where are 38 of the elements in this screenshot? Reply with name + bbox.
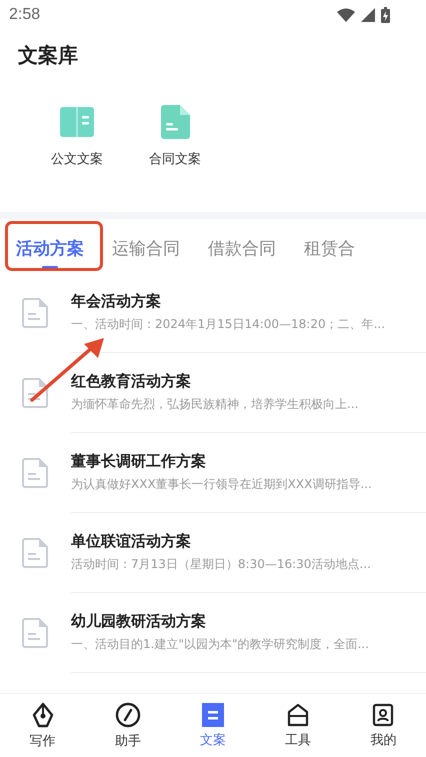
document-title[interactable]: 董事长调研工作方案: [71, 452, 426, 471]
nav-tab[interactable]: 工具: [256, 694, 341, 757]
document-icon: [22, 538, 48, 568]
document-excerpt: 为认真做好XXX董事长一行领导在近期到XXX调研指导...: [71, 476, 373, 493]
signal-icon: [361, 8, 375, 22]
wifi-icon: [337, 8, 355, 22]
document-excerpt: 为缅怀革命先烈，弘扬民族精神，培养学生积极向上...: [71, 396, 360, 413]
document-excerpt: 一、活动目的1.建立"以园为本"的教学研究制度，全面...: [71, 636, 370, 653]
document-title[interactable]: 单位联谊活动方案: [71, 532, 426, 551]
document-icon: [22, 378, 48, 408]
category-tab[interactable]: 租赁合: [304, 219, 355, 277]
nav-tab[interactable]: 文案: [170, 694, 256, 757]
nav-tab[interactable]: 写作: [0, 694, 86, 757]
category-button[interactable]: 公文文案: [38, 104, 116, 168]
document-excerpt: 活动时间：7月13日（星期日）8:30—16:30活动地点...: [71, 556, 372, 573]
document-title[interactable]: 年会活动方案: [71, 292, 426, 311]
document-excerpt: 一、活动时间：2024年1月15日14:00—18:20；二、年...: [71, 316, 386, 333]
category-tab[interactable]: 活动方案: [16, 219, 84, 277]
document-title[interactable]: 幼儿园教研活动方案: [71, 612, 426, 631]
nav-tab[interactable]: 助手: [85, 694, 170, 757]
pen-nib-icon: [30, 702, 55, 728]
document-icon: [160, 105, 190, 139]
document-icon: [22, 458, 48, 488]
page-title: 文案库: [18, 42, 79, 68]
list-icon: [202, 702, 224, 726]
category-button[interactable]: 合同文案: [136, 104, 214, 168]
profile-icon: [371, 702, 396, 726]
nav-tab[interactable]: 我的: [340, 694, 426, 757]
toolbox-icon: [286, 702, 310, 726]
compass-icon: [114, 702, 141, 728]
document-icon: [22, 298, 48, 328]
category-tab[interactable]: 借款合同: [208, 219, 276, 277]
status-time: 2:58: [9, 6, 40, 24]
book-icon: [60, 107, 94, 137]
document-title[interactable]: 红色教育活动方案: [71, 372, 426, 391]
battery-icon: [381, 7, 390, 23]
category-tab[interactable]: 运输合同: [112, 219, 180, 277]
document-icon: [22, 618, 48, 648]
